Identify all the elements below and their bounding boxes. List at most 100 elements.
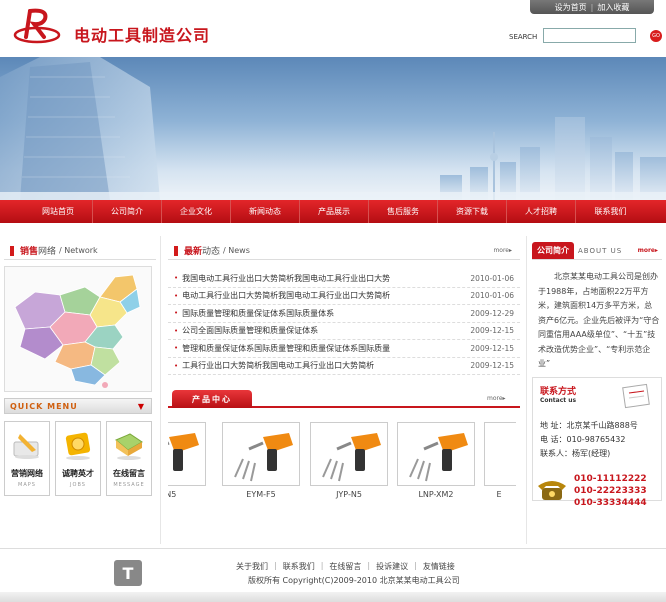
bullet-icon: • (174, 361, 179, 370)
add-favorite-link[interactable]: 加入收藏 (597, 2, 629, 13)
bullet-icon: • (174, 326, 179, 335)
bullet-icon: • (174, 344, 179, 353)
news-title[interactable]: 电动工具行业出口大势简析我国电动工具行业出口大势简析 (182, 290, 456, 301)
footer-link-message[interactable]: 在线留言 (329, 561, 361, 572)
nav-item-home[interactable]: 网站首页 (24, 200, 93, 223)
news-title[interactable]: 管理和质量保证体系国际质量管理和质量保证体系国际质量 (182, 343, 456, 354)
bullet-icon: • (174, 274, 179, 283)
footer-link-complaint[interactable]: 投诉建议 (376, 561, 408, 572)
banner-image (0, 57, 666, 200)
quick-card-sub: MAPS (18, 482, 36, 488)
set-homepage-link[interactable]: 设为首页 (555, 2, 587, 13)
product-label[interactable]: LNP-XM2 (397, 490, 475, 499)
china-map-image[interactable] (4, 266, 152, 392)
news-item[interactable]: • 工具行业出口大势简析我国电动工具行业出口大势简析 2009-12-15 (168, 358, 520, 375)
column-divider (160, 236, 161, 544)
drill-icon (322, 433, 381, 482)
telephone-icon (538, 481, 566, 500)
footer-divider (0, 548, 666, 549)
nav-item-about[interactable]: 公司简介 (93, 200, 162, 223)
news-item[interactable]: • 公司全面国际质量管理和质量保证体系 2009-12-15 (168, 323, 520, 340)
nav-item-products[interactable]: 产品展示 (300, 200, 369, 223)
company-name: 电动工具制造公司 (74, 26, 211, 45)
about-header: 公司简介 ABOUT US more▸ (532, 242, 662, 260)
china-map-icon (14, 274, 141, 388)
news-date: 2010-01-06 (470, 291, 514, 301)
news-item[interactable]: • 管理和质量保证体系国际质量管理和质量保证体系国际质量 2009-12-15 (168, 340, 520, 358)
contact-title: 联系方式 (540, 387, 577, 397)
separator: | (590, 2, 594, 12)
product-card[interactable] (397, 422, 475, 486)
news-header: 最新 动态 / News more▸ (168, 242, 520, 260)
products-tab[interactable]: 产品中心 (172, 390, 252, 408)
nav-item-jobs[interactable]: 人才招聘 (507, 200, 576, 223)
nav-item-service[interactable]: 售后服务 (369, 200, 438, 223)
company-logo-icon[interactable] (12, 7, 62, 45)
product-card[interactable] (310, 422, 388, 486)
top-links-bar: 设为首页 | 加入收藏 (530, 0, 654, 14)
quick-menu-title: QUICK MENU (10, 401, 78, 411)
about-more-link[interactable]: more▸ (638, 247, 658, 254)
phone-number: 010-22223333 (574, 486, 647, 496)
news-item[interactable]: • 电动工具行业出口大势简析我国电动工具行业出口大势简析 2010-01-06 (168, 288, 520, 305)
products-carousel: P-N5 EYM-F5 JYP-N5 LNP-XM2 E (168, 418, 516, 504)
separator: | (367, 561, 371, 570)
news-title[interactable]: 公司全面国际质量管理和质量保证体系 (182, 325, 456, 336)
product-label[interactable]: P-N5 (168, 490, 206, 499)
header-accent-bar (10, 245, 14, 256)
products-more-link[interactable]: more▸ (487, 395, 506, 402)
about-text: 北京某某电动工具公司是创办于1988年，占地面积22万平方米，建筑面积14万多平… (538, 272, 660, 368)
footer-link-friends[interactable]: 友情链接 (423, 561, 455, 572)
column-divider (526, 236, 527, 544)
news-title[interactable]: 国际质量管理和质量保证体系国际质量体系 (182, 308, 456, 319)
copyright-text: 版权所有 Copyright(C)2009-2010 北京某某电动工具公司 (248, 576, 460, 585)
chevron-down-icon[interactable]: ▼ (138, 402, 145, 411)
news-title-red: 最新 (184, 247, 203, 257)
news-title[interactable]: 我国电动工具行业出口大势简析我国电动工具行业出口大势 (182, 273, 456, 284)
news-date: 2009-12-15 (470, 326, 514, 336)
sales-title-gray: 网络 (38, 247, 57, 257)
news-title[interactable]: 工具行业出口大势简析我国电动工具行业出口大势简析 (182, 360, 456, 371)
news-item[interactable]: • 我国电动工具行业出口大势简析我国电动工具行业出口大势 2010-01-06 (168, 270, 520, 288)
footer-link-about[interactable]: 关于我们 (236, 561, 268, 572)
news-title-en: / News (223, 246, 250, 255)
product-label[interactable]: JYP-N5 (310, 490, 388, 499)
separator: | (414, 561, 417, 570)
news-more-link[interactable]: more▸ (493, 247, 512, 254)
drill-icon (168, 433, 199, 471)
news-date: 2009-12-29 (470, 308, 514, 318)
news-item[interactable]: • 国际质量管理和质量保证体系国际质量体系 2009-12-29 (168, 305, 520, 323)
nav-item-download[interactable]: 资源下载 (438, 200, 507, 223)
sales-title-en: / Network (59, 246, 98, 255)
product-label[interactable]: E (484, 490, 514, 499)
search-input[interactable] (543, 28, 636, 43)
pen-paper-icon (13, 434, 39, 459)
product-card[interactable] (222, 422, 300, 486)
product-card[interactable] (484, 422, 516, 486)
message-book-icon (115, 433, 143, 460)
product-label[interactable]: EYM-F5 (222, 490, 300, 499)
separator: | (274, 561, 277, 570)
notepad-icon (622, 383, 650, 409)
phone-list: 010-11112222 010-22223333 010-33334444 (574, 473, 647, 509)
about-title-en: ABOUT US (578, 246, 623, 255)
nav-item-news[interactable]: 新闻动态 (231, 200, 300, 223)
quick-card-jobs[interactable]: 诚聘英才 JOBS (55, 421, 101, 496)
footer-link-contact[interactable]: 联系我们 (283, 561, 315, 572)
about-title: 公司简介 (532, 242, 574, 259)
medal-icon (65, 432, 91, 460)
news-date: 2010-01-06 (470, 273, 514, 283)
product-card[interactable] (168, 422, 206, 486)
phone-number: 010-33334444 (574, 498, 647, 508)
nav-item-culture[interactable]: 企业文化 (162, 200, 231, 223)
bullet-icon: • (174, 291, 179, 300)
quick-card-maps[interactable]: 营销网络 MAPS (4, 421, 50, 496)
search-go-button[interactable]: GO (650, 30, 662, 42)
news-date: 2009-12-15 (470, 361, 514, 371)
nav-item-contact[interactable]: 联系我们 (576, 200, 645, 223)
quick-card-message[interactable]: 在线留言 MESSAGE (106, 421, 152, 496)
news-list: • 我国电动工具行业出口大势简析我国电动工具行业出口大势 2010-01-06 … (168, 270, 520, 375)
contact-title-en: Contact us (540, 397, 577, 404)
contact-person: 联系人：杨军(经理) (540, 449, 611, 458)
